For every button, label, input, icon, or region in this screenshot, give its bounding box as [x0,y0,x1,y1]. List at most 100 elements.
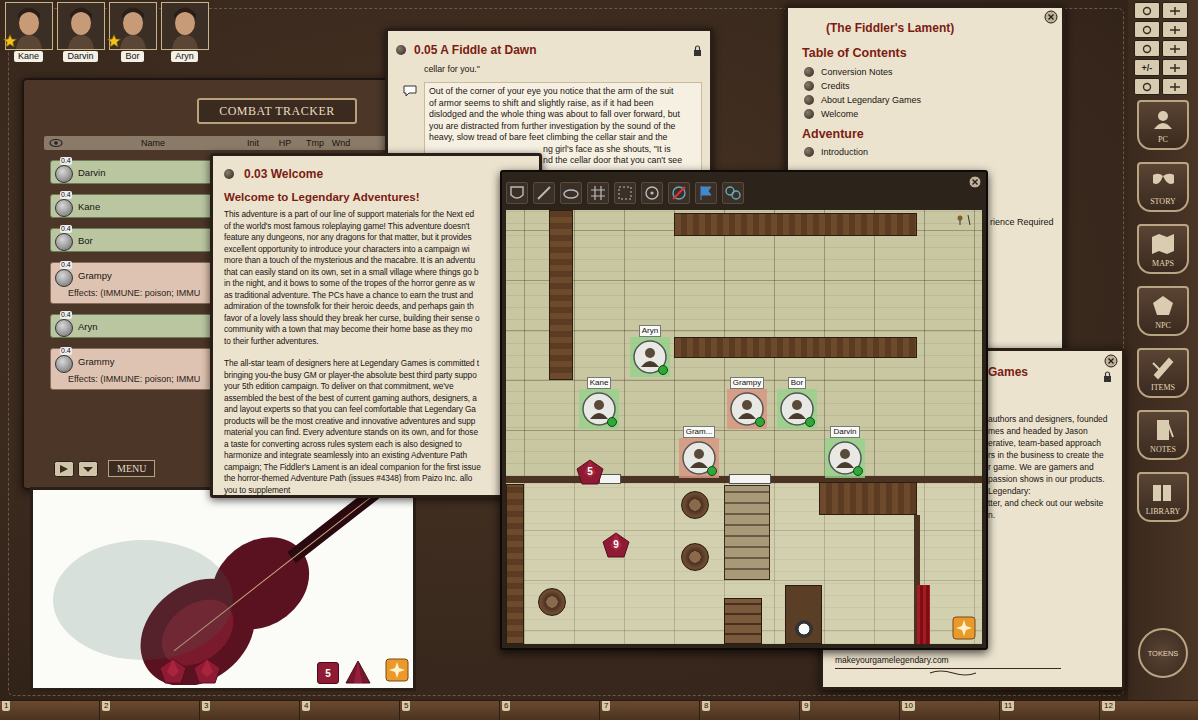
lock-icon[interactable] [1103,371,1112,382]
die[interactable] [159,658,187,684]
tool-icon [1140,25,1154,35]
map-token[interactable]: Bor [767,377,827,429]
menu-button[interactable]: MENU [108,460,155,477]
portrait[interactable]: Aryn [160,2,209,62]
tool-button[interactable] [1162,78,1188,95]
launcher-button[interactable]: PC [1137,100,1189,150]
combatant-name: Kane [78,201,100,212]
launcher-button[interactable]: NOTES [1137,410,1189,460]
tool-button[interactable]: +/- [1134,59,1160,76]
map-tool-icon[interactable] [668,182,690,204]
hotkey-slot[interactable]: 10 [900,701,1000,720]
init-badge: 0.4 [60,225,72,233]
hotkey-slot[interactable]: 11 [1000,701,1100,720]
launcher-button[interactable]: STORY [1137,162,1189,212]
visibility-icon[interactable] [49,138,63,148]
hotkey-slot[interactable]: 1 [0,701,100,720]
hotkey-slot[interactable]: 8 [700,701,800,720]
story-line: of armor seems to shift and slightly rai… [429,98,697,110]
token-label: Aryn [639,325,661,337]
status-dot [707,466,717,476]
close-icon[interactable] [968,175,982,189]
tool-button[interactable] [1134,2,1160,19]
map-token[interactable]: Grampy [717,377,777,429]
tool-button[interactable] [1162,21,1188,38]
tool-button[interactable] [1134,40,1160,57]
toc-item[interactable]: About Legendary Games [804,93,1052,107]
map-options-icon[interactable] [952,616,976,640]
story-line: heavy, slow tread of bare feet climbing … [429,132,697,144]
launcher-button[interactable]: NPC [1137,286,1189,336]
portrait[interactable]: Kane [4,2,53,62]
status-dot [853,466,863,476]
launcher-button[interactable]: LIBRARY [1137,472,1189,522]
launcher-button[interactable]: ITEMS [1137,348,1189,398]
init-badge: 0.4 [60,191,72,199]
hotkey-slot[interactable]: 9 [800,701,900,720]
map-token[interactable]: Aryn [620,325,680,377]
welcome-window: 0.03 WelcomeWelcome to Legendary Adventu… [210,153,542,498]
hotkey-slot[interactable]: 4 [300,701,400,720]
tokens-button[interactable]: TOKENS [1138,628,1188,678]
portrait[interactable]: Bor [108,2,157,62]
die-value: 5 [576,466,604,477]
map-tool-icon[interactable] [695,182,717,204]
tool-icon [1168,44,1182,54]
collapse-icon[interactable] [78,461,98,477]
map-tool-icon[interactable] [560,182,582,204]
hotkey-number: 5 [402,701,410,711]
close-icon[interactable] [1044,10,1058,24]
toc-item[interactable]: Introduction [804,145,1052,159]
map-token[interactable]: Darvin [815,426,875,478]
close-icon[interactable] [1104,354,1118,368]
map-tool-icon[interactable] [614,182,636,204]
portrait-image[interactable] [161,2,209,50]
hotkey-slot[interactable]: 7 [600,701,700,720]
dice-options-icon[interactable] [385,658,409,682]
hotkey-slot[interactable]: 12 [1100,701,1198,720]
map-tool-icon[interactable] [587,182,609,204]
text-line: as traditional adventure. The PCs have a… [224,290,531,302]
map-tool-icon[interactable] [641,182,663,204]
toc-item[interactable]: Credits [804,79,1052,93]
tool-button[interactable] [1162,40,1188,57]
map-token[interactable]: Gram... [669,426,729,478]
hotkey-number: 8 [702,701,710,711]
toc-item[interactable]: Welcome [804,107,1052,121]
next-actor-icon[interactable] [54,461,74,477]
map-token[interactable]: Kane [569,377,629,429]
map-tool-icon[interactable] [506,182,528,204]
die[interactable] [193,658,221,684]
bullet [804,67,814,77]
text-line: your 5th edition campaign. To deliver on… [224,381,531,393]
launcher-label: STORY [1150,197,1176,206]
stool [681,543,709,571]
text-line: harmonize and integrate seamlessly into … [224,450,531,462]
tool-button[interactable] [1162,2,1188,19]
hotkey-slot[interactable]: 3 [200,701,300,720]
lock-icon[interactable] [693,45,702,56]
website-link[interactable]: makeyourgamelegendary.com [835,655,949,665]
portrait-image[interactable] [57,2,105,50]
die[interactable]: 5 [317,662,339,684]
rolled-die[interactable]: 5 [576,459,604,485]
text-line: This adventure is a part of our line of … [224,209,531,221]
map-tool-icon[interactable] [722,182,744,204]
hotkey-slot[interactable]: 2 [100,701,200,720]
portrait[interactable]: Darvin [56,2,105,62]
hotkey-slot[interactable]: 6 [500,701,600,720]
map-tool-icon[interactable] [533,182,555,204]
toc-item[interactable]: Conversion Notes [804,65,1052,79]
map-canvas[interactable]: Aryn Kane GrampyBor Gram... Darvin 5 9 [506,210,982,644]
rolled-die[interactable]: 9 [602,532,630,558]
hotkey-slot[interactable]: 5 [400,701,500,720]
tool-button[interactable] [1134,21,1160,38]
story-line: Out of the corner of your eye you notice… [429,86,697,98]
story-text: cellar for you." [424,64,702,74]
tool-button[interactable] [1134,78,1160,95]
die[interactable] [345,660,371,684]
launcher-button[interactable]: MAPS [1137,224,1189,274]
combat-tracker-title: COMBAT TRACKER [197,98,357,124]
tool-button[interactable] [1162,59,1188,76]
title-row: 0.05 A Fiddle at Dawn [396,43,702,57]
